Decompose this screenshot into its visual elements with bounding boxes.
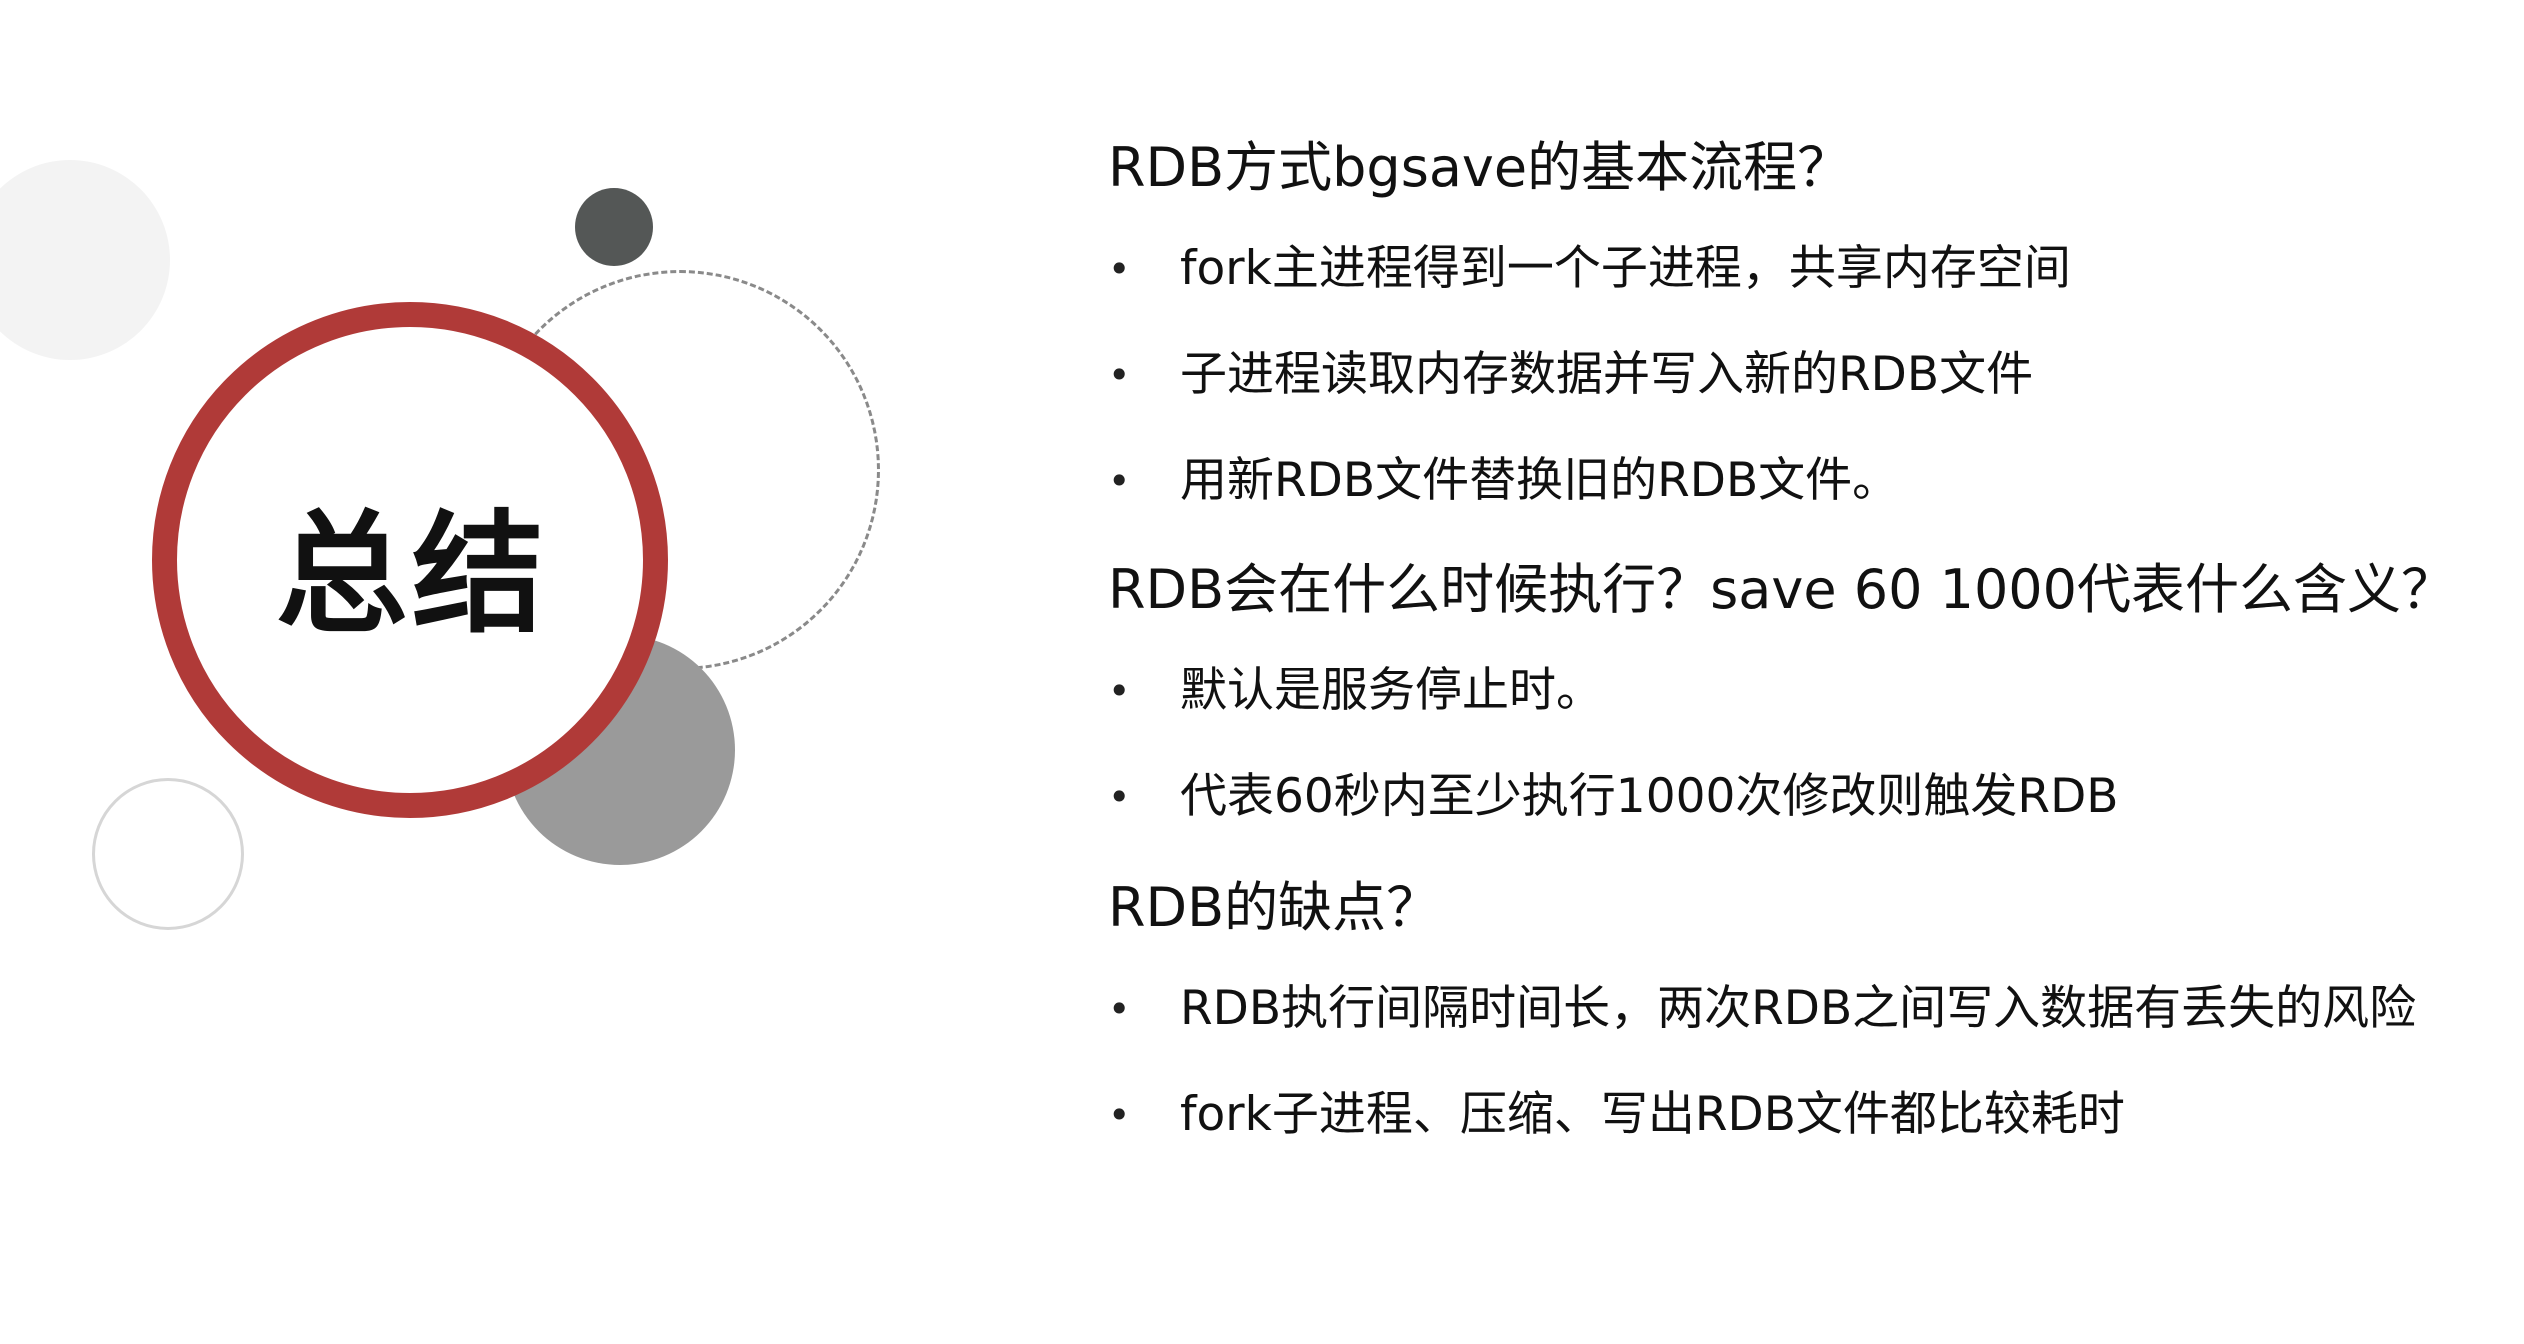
section-heading: RDB会在什么时候执行？save 60 1000代表什么含义？ (1108, 558, 2456, 621)
slide-title: 总结 (276, 497, 548, 652)
decorative-dark-dot (575, 188, 653, 266)
bullet-item: fork主进程得到一个子进程，共享内存空间 (1108, 216, 2508, 322)
section-rdb-trigger: RDB会在什么时候执行？save 60 1000代表什么含义？ 默认是服务停止时… (1108, 542, 2508, 850)
decorative-faint-circle (0, 160, 170, 360)
bullet-list: 默认是服务停止时。 代表60秒内至少执行1000次修改则触发RDB (1108, 638, 2508, 850)
bullet-item: fork子进程、压缩、写出RDB文件都比较耗时 (1108, 1062, 2508, 1168)
section-heading: RDB的缺点？ (1108, 876, 1441, 939)
bullet-item: 代表60秒内至少执行1000次修改则触发RDB (1108, 744, 2508, 850)
title-ring: 总结 (152, 302, 668, 818)
bullet-item: 默认是服务停止时。 (1108, 638, 2508, 744)
section-rdb-drawbacks: RDB的缺点？ RDB执行间隔时间长，两次RDB之间写入数据有丢失的风险 for… (1108, 860, 2508, 1168)
bullet-list: RDB执行间隔时间长，两次RDB之间写入数据有丢失的风险 fork子进程、压缩、… (1108, 956, 2508, 1168)
section-heading: RDB方式bgsave的基本流程？ (1108, 136, 1852, 199)
bullet-item: 用新RDB文件替换旧的RDB文件。 (1108, 428, 2508, 534)
bullet-item: RDB执行间隔时间长，两次RDB之间写入数据有丢失的风险 (1108, 956, 2508, 1062)
bullet-item: 子进程读取内存数据并写入新的RDB文件 (1108, 322, 2508, 428)
bullet-list: fork主进程得到一个子进程，共享内存空间 子进程读取内存数据并写入新的RDB文… (1108, 216, 2508, 534)
section-bgsave-flow: RDB方式bgsave的基本流程？ fork主进程得到一个子进程，共享内存空间 … (1108, 120, 2508, 534)
summary-content: RDB方式bgsave的基本流程？ fork主进程得到一个子进程，共享内存空间 … (1108, 120, 2508, 1168)
decorative-outline-circle (92, 778, 244, 930)
